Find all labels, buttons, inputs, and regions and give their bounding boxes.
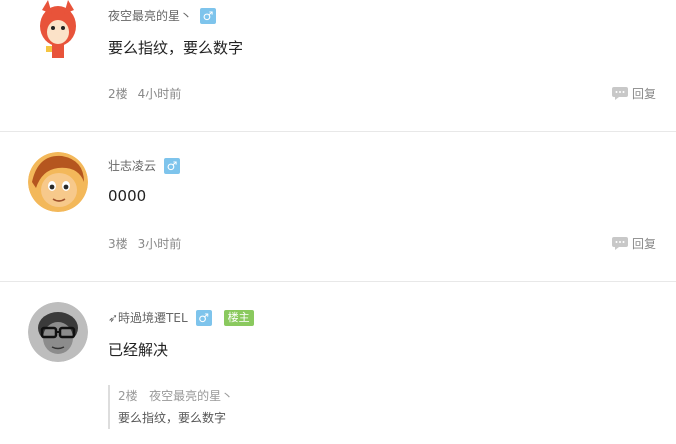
comment-item: ➶時過境遷TEL ♂ 楼主 已经解决 2楼 夜空最亮的星丶 要么指纹，要么数字 [0, 282, 676, 444]
reply-button[interactable]: 回复 [611, 235, 656, 252]
comment-meta: 壮志凌云 ♂ [108, 157, 181, 174]
username[interactable]: ➶時過境遷TEL [108, 309, 188, 326]
reply-button[interactable]: 回复 [611, 85, 656, 102]
thread-owner-badge: 楼主 [223, 309, 254, 326]
avatar[interactable] [28, 302, 88, 362]
quote-header: 2楼 夜空最亮的星丶 [118, 385, 233, 407]
comment-footer: 2楼 4小时前 [108, 85, 181, 102]
timestamp: 4小时前 [137, 87, 182, 101]
floor-number: 2楼 [108, 87, 128, 101]
quoted-reply: 2楼 夜空最亮的星丶 要么指纹，要么数字 [108, 385, 233, 429]
username[interactable]: 夜空最亮的星丶 [108, 7, 192, 24]
comment-item: 壮志凌云 ♂ 0000 3楼 3小时前 回复 [0, 132, 676, 282]
male-icon: ♂ [195, 309, 212, 326]
username[interactable]: 壮志凌云 [108, 157, 156, 174]
avatar[interactable] [28, 152, 88, 212]
male-icon: ♂ [164, 157, 181, 174]
comment-text: 已经解决 [108, 341, 169, 359]
comment-text: 0000 [108, 187, 147, 205]
timestamp: 3小时前 [137, 237, 182, 251]
comment-footer: 3楼 3小时前 [108, 235, 181, 252]
comment-meta: 夜空最亮的星丶 ♂ [108, 7, 217, 24]
avatar[interactable] [28, 0, 88, 60]
quote-text: 要么指纹，要么数字 [118, 411, 227, 425]
male-icon: ♂ [200, 7, 217, 24]
floor-number: 3楼 [108, 237, 128, 251]
comment-meta: ➶時過境遷TEL ♂ 楼主 [108, 309, 254, 326]
reply-label: 回复 [631, 237, 656, 251]
quote-username[interactable]: 夜空最亮的星丶 [149, 389, 233, 403]
comment-text: 要么指纹，要么数字 [108, 39, 244, 57]
comment-item: 夜空最亮的星丶 ♂ 要么指纹，要么数字 2楼 4小时前 回复 [0, 0, 676, 132]
quote-floor: 2楼 [118, 389, 138, 403]
comment-icon [611, 87, 628, 100]
reply-label: 回复 [631, 87, 656, 101]
comment-icon [611, 237, 628, 250]
